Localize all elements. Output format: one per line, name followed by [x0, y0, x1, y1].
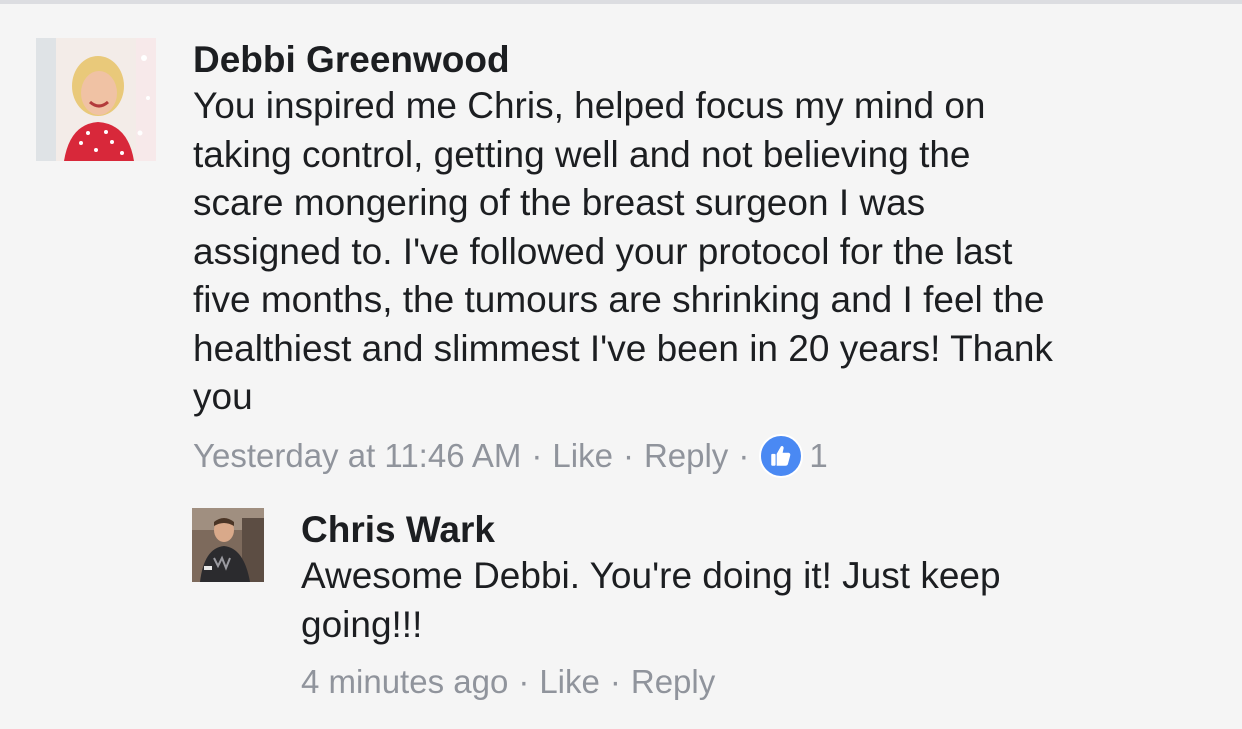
comment-body: Debbi Greenwood You inspired me Chris, h… [193, 38, 1233, 478]
reply-button[interactable]: Reply [644, 435, 728, 477]
separator: · [609, 663, 621, 700]
like-button[interactable]: Like [539, 661, 600, 703]
separator: · [738, 436, 750, 474]
comment-text: You inspired me Chris, helped focus my m… [193, 85, 1053, 417]
like-button[interactable]: Like [552, 435, 613, 477]
comment-actions: 4 minutes ago · Like · Reply [301, 661, 1161, 703]
comment-timestamp[interactable]: Yesterday at 11:46 AM [193, 435, 521, 477]
comment-body: Chris Wark Awesome Debbi. You're doing i… [301, 508, 1161, 703]
reaction-count: 1 [809, 436, 828, 474]
comment-author[interactable]: Chris Wark [301, 508, 1161, 552]
separator: · [518, 663, 530, 700]
comment-text: Awesome Debbi. You're doing it! Just kee… [301, 555, 1001, 645]
comment-timestamp[interactable]: 4 minutes ago [301, 661, 508, 703]
separator: · [531, 436, 543, 474]
reply-button[interactable]: Reply [631, 661, 715, 703]
separator: · [622, 436, 634, 474]
comment-author[interactable]: Debbi Greenwood [193, 38, 1233, 82]
avatar[interactable] [36, 38, 156, 161]
top-divider [0, 0, 1242, 4]
avatar[interactable] [192, 508, 264, 582]
comment-actions: Yesterday at 11:46 AM · Like · Reply · 1 [193, 433, 1233, 478]
reaction-summary[interactable]: 1 [759, 433, 828, 478]
thumbs-up-icon [759, 433, 804, 478]
